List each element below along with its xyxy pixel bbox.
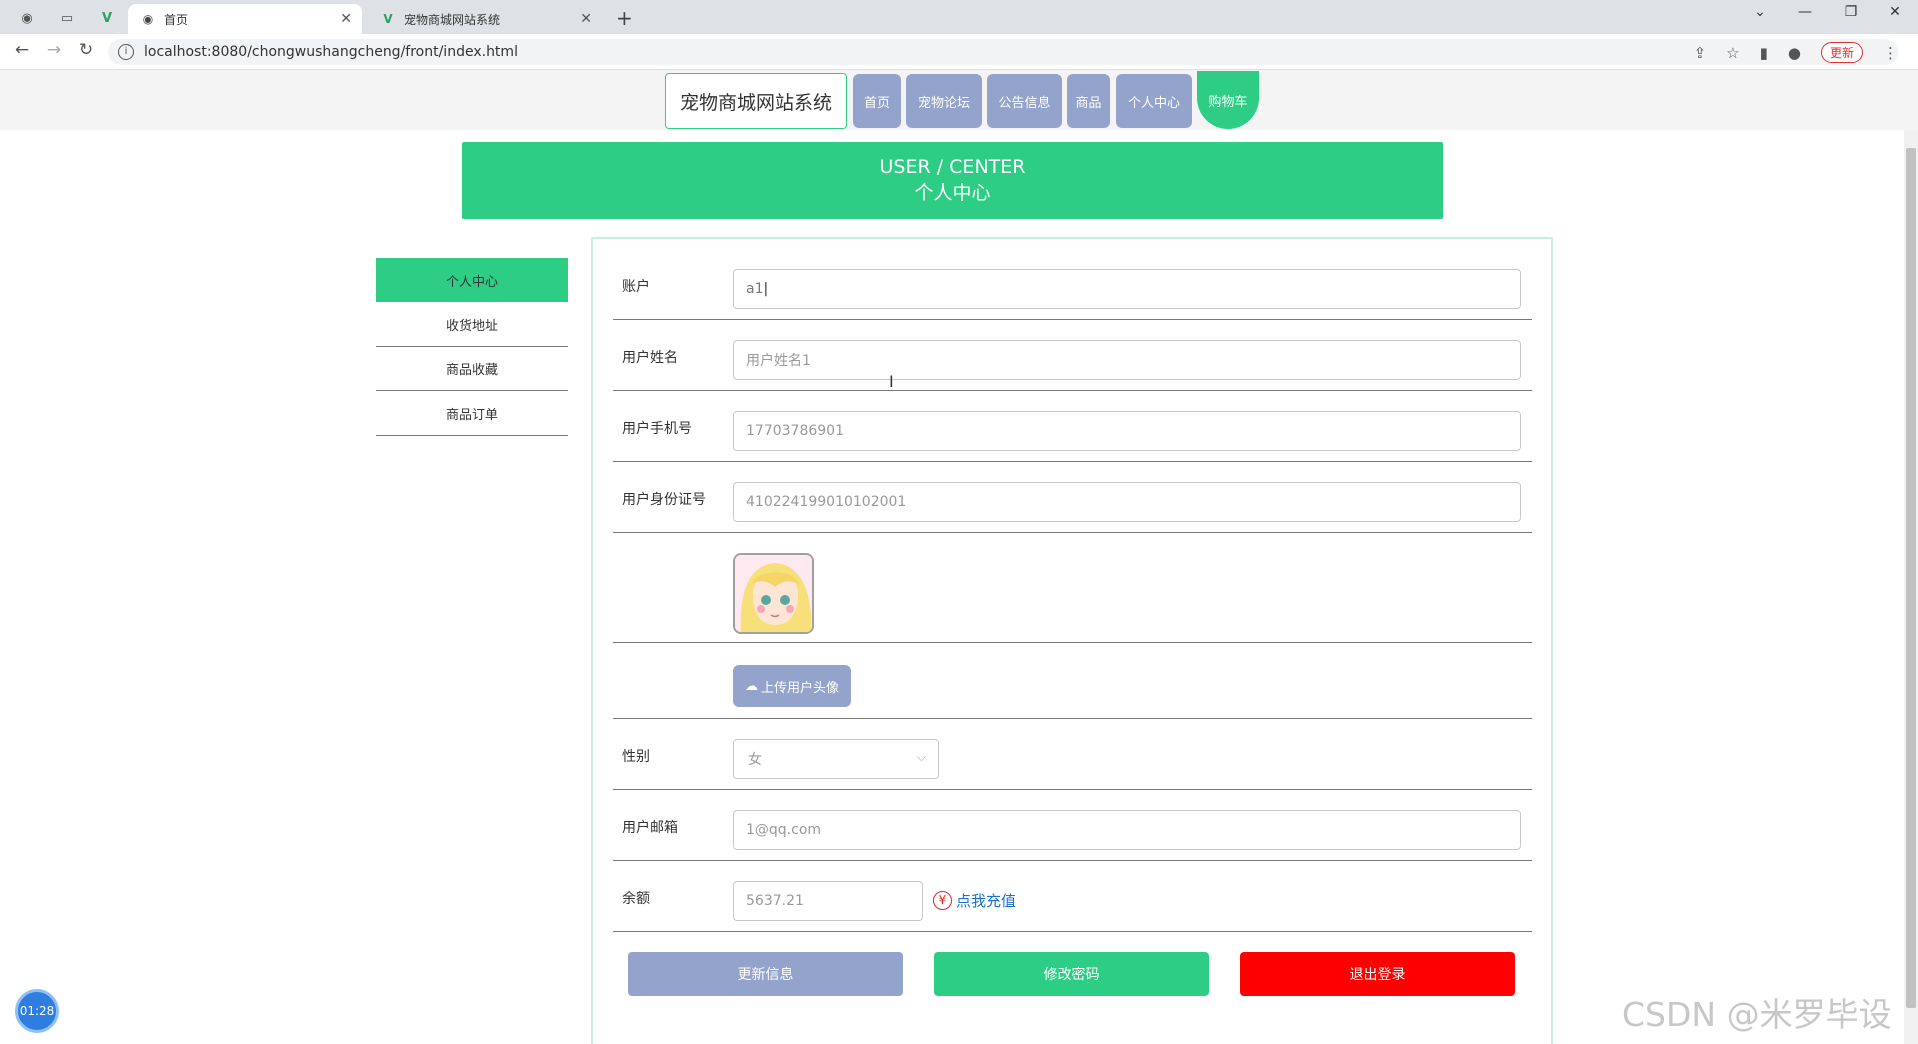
recharge-label: 点我充值 — [956, 892, 1017, 910]
email-label: 用户邮箱 — [622, 820, 678, 836]
nav-announcements[interactable]: 公告信息 — [987, 74, 1062, 128]
banner-english-title: USER / CENTER — [879, 156, 1026, 178]
tab-home[interactable]: ◉ 首页 ✕ — [128, 4, 362, 34]
sidebar-item-favorites[interactable]: 商品收藏 — [376, 347, 568, 391]
pinned-tab-blank-icon[interactable]: ▭ — [52, 7, 82, 29]
id-number-input[interactable]: 410224199010102001 — [733, 482, 1521, 522]
nav-pet-forum[interactable]: 宠物论坛 — [906, 74, 982, 128]
upload-avatar-label: 上传用户头像 — [760, 680, 839, 696]
side-panel-icon[interactable]: ▮ — [1760, 44, 1768, 62]
bookmark-star-icon[interactable]: ☆ — [1726, 44, 1739, 62]
restore-icon[interactable]: ❐ — [1836, 4, 1866, 20]
tab-title: 首页 — [164, 12, 189, 27]
balance-label: 余额 — [622, 891, 650, 907]
profile-icon[interactable]: ● — [1788, 44, 1801, 62]
recharge-link[interactable]: ¥ 点我充值 — [933, 890, 1016, 911]
url-field[interactable]: i localhost:8080/chongwushangcheng/front… — [108, 39, 1898, 65]
close-window-icon[interactable]: ✕ — [1880, 4, 1910, 20]
phone-label: 用户手机号 — [622, 421, 692, 437]
watermark: CSDN @米罗毕设 — [1622, 995, 1892, 1034]
tab-pet-mall[interactable]: V 宠物商城网站系统 ✕ — [368, 4, 602, 34]
share-icon[interactable]: ⇪ — [1694, 44, 1707, 62]
id-number-label: 用户身份证号 — [622, 492, 706, 508]
close-tab-icon[interactable]: ✕ — [580, 11, 592, 27]
gender-value: 女 — [748, 752, 762, 768]
nav-cart[interactable]: 购物车 — [1197, 71, 1259, 129]
pinned-tab-globe-icon[interactable]: ◉ — [12, 7, 42, 29]
new-tab-icon[interactable]: + — [616, 6, 633, 30]
vue-icon: V — [383, 12, 393, 26]
pinned-tab-vue-icon[interactable]: V — [92, 7, 122, 29]
account-value: a1 — [746, 281, 764, 297]
banner-chinese-title: 个人中心 — [914, 182, 991, 204]
balance-input[interactable]: 5637.21 — [733, 881, 923, 921]
sidebar-item-orders[interactable]: 商品订单 — [376, 392, 568, 436]
account-input[interactable]: a1 | — [733, 269, 1521, 309]
cloud-upload-icon: ☁ — [744, 678, 758, 694]
account-label: 账户 — [622, 279, 650, 295]
user-avatar[interactable] — [733, 553, 814, 634]
email-input[interactable]: 1@qq.com — [733, 810, 1521, 850]
update-browser-button[interactable]: 更新 — [1820, 42, 1863, 63]
browser-tab-bar: ◉ ▭ V ◉ 首页 ✕ V 宠物商城网站系统 ✕ + ⌄ — ❐ ✕ — [0, 0, 1918, 34]
close-tab-icon[interactable]: ✕ — [340, 11, 352, 27]
logout-button[interactable]: 退出登录 — [1240, 952, 1515, 996]
gender-select[interactable]: 女 ⌵ — [733, 739, 939, 779]
site-title[interactable]: 宠物商城网站系统 — [665, 73, 847, 129]
gender-label: 性别 — [622, 749, 650, 765]
text-cursor-icon: I — [889, 372, 894, 391]
page-banner: USER / CENTER 个人中心 — [462, 142, 1443, 219]
globe-icon: ◉ — [142, 12, 154, 26]
chevron-down-icon: ⌵ — [916, 750, 926, 764]
address-bar: ← → ↻ i localhost:8080/chongwushangcheng… — [0, 34, 1918, 70]
avatar-illustration-icon — [735, 555, 812, 632]
sidebar-item-user-center[interactable]: 个人中心 — [376, 258, 568, 302]
browser-toolbar-icons: ⇪ ☆ ▮ ● 更新 ⋮ — [1694, 42, 1898, 63]
url-text: localhost:8080/chongwushangcheng/front/i… — [144, 44, 518, 60]
info-icon[interactable]: i — [118, 44, 134, 60]
yen-icon: ¥ — [933, 891, 952, 910]
nav-products[interactable]: 商品 — [1067, 74, 1110, 128]
nav-home[interactable]: 首页 — [853, 74, 901, 128]
scrollbar-thumb[interactable] — [1906, 148, 1916, 1008]
username-label: 用户姓名 — [622, 350, 678, 366]
nav-user-center[interactable]: 个人中心 — [1116, 74, 1192, 128]
recording-timer[interactable]: 01:28 — [15, 989, 59, 1033]
more-menu-icon[interactable]: ⋮ — [1883, 44, 1898, 62]
upload-avatar-button[interactable]: ☁ 上传用户头像 — [733, 665, 851, 707]
phone-input[interactable]: 17703786901 — [733, 411, 1521, 451]
tab-title: 宠物商城网站系统 — [404, 12, 501, 27]
back-icon[interactable]: ← — [10, 40, 34, 60]
sidebar-item-address[interactable]: 收货地址 — [376, 303, 568, 347]
text-caret: | — [763, 281, 769, 297]
reload-icon[interactable]: ↻ — [74, 40, 98, 60]
site-header: 宠物商城网站系统 首页 宠物论坛 公告信息 商品 个人中心 购物车 — [0, 70, 1918, 130]
update-info-button[interactable]: 更新信息 — [628, 952, 903, 996]
change-password-button[interactable]: 修改密码 — [934, 952, 1209, 996]
forward-icon[interactable]: → — [42, 40, 66, 60]
username-input[interactable]: 用户姓名1 — [733, 340, 1521, 380]
tab-search-chevron-icon[interactable]: ⌄ — [1745, 4, 1775, 20]
minimize-icon[interactable]: — — [1790, 4, 1820, 20]
